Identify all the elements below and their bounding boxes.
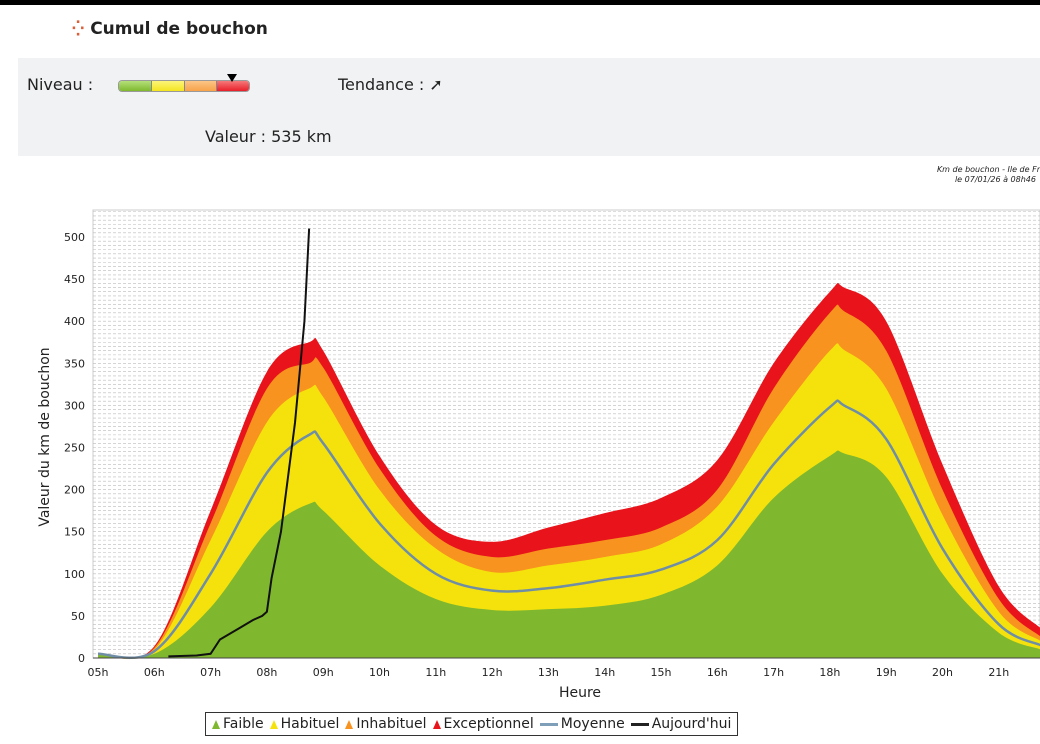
x-tick-label: 07h [200,666,221,679]
y-tick-label: 300 [64,399,85,412]
y-tick-label: 200 [64,484,85,497]
x-tick-label: 05h [88,666,109,679]
triangle-icon [432,719,441,729]
legend-label: Habituel [280,716,340,732]
legend-faible: Faible [212,716,264,732]
x-tick-label: 18h [819,666,840,679]
x-tick-label: 20h [932,666,953,679]
legend-label: Inhabituel [356,716,427,732]
legend-label: Faible [223,716,264,732]
y-tick-label: 50 [71,610,85,623]
legend-habituel: Habituel [269,716,340,732]
y-tick-label: 0 [78,652,85,665]
x-tick-label: 09h [313,666,334,679]
x-tick-label: 19h [876,666,897,679]
y-tick-label: 100 [64,568,85,581]
y-tick-label: 350 [64,357,85,370]
x-tick-label: 15h [651,666,672,679]
legend: Faible Habituel Inhabituel Exceptionnel … [205,712,739,736]
x-tick-label: 14h [594,666,615,679]
triangle-icon [269,719,278,729]
legend-inhabituel: Inhabituel [345,716,427,732]
x-axis-label: Heure [559,685,601,701]
x-tick-label: 08h [256,666,277,679]
y-tick-label: 400 [64,315,85,328]
x-tick-label: 10h [369,666,390,679]
legend-label: Exceptionnel [443,716,534,732]
x-tick-label: 16h [707,666,728,679]
x-tick-label: 06h [144,666,165,679]
line-icon [539,722,558,726]
y-axis-label: Valeur du km de bouchon [37,347,53,526]
x-tick-label: 13h [538,666,559,679]
y-tick-label: 500 [64,231,85,244]
legend-label: Aujourd'hui [651,716,732,732]
legend-exceptionnel: Exceptionnel [432,716,534,732]
chart: 0 50 100 150 200 250 300 350 400 450 500 05h 06h 07h 0… [37,209,1040,701]
legend-label: Moyenne [560,716,625,732]
triangle-icon [345,719,354,729]
x-tick-label: 11h [425,666,446,679]
triangle-icon [212,719,220,729]
x-tick-label: 12h [482,666,503,679]
x-tick-label: 21h [988,666,1009,679]
legend-moyenne: Moyenne [539,716,625,732]
x-tick-label: 17h [763,666,784,679]
line-icon [630,722,649,726]
y-tick-label: 150 [64,526,85,539]
legend-aujourdhui: Aujourd'hui [630,716,732,732]
y-tick-label: 450 [64,273,85,286]
y-tick-label: 250 [64,442,85,455]
